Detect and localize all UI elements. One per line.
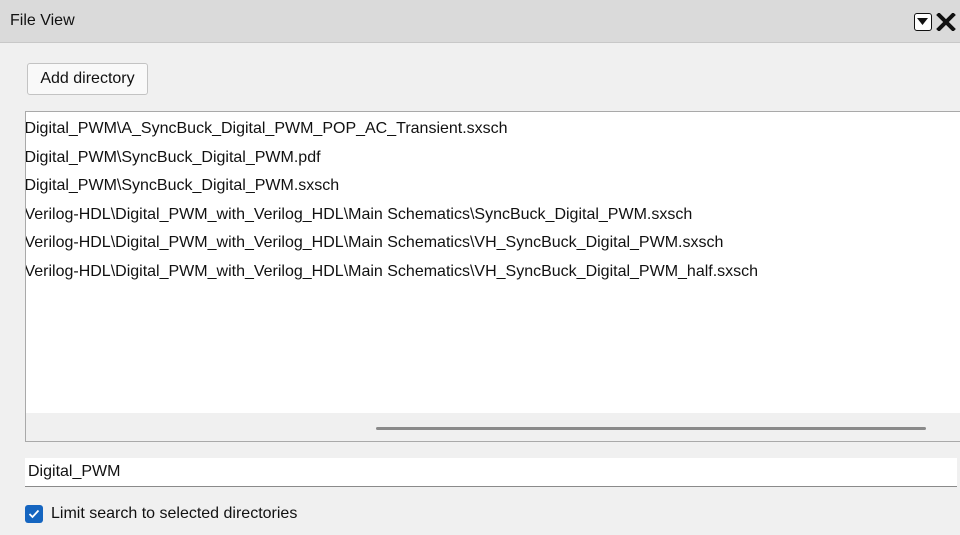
file-list-item[interactable]: \Digital_PWM\SyncBuck_Digital_PWM.pdf [26, 144, 758, 173]
limit-search-checkbox[interactable] [25, 505, 43, 523]
horizontal-scrollbar-thumb[interactable] [376, 427, 926, 430]
search-input[interactable] [25, 458, 957, 487]
file-list-item[interactable]: \Verilog-HDL\Digital_PWM_with_Verilog_HD… [26, 258, 758, 287]
horizontal-scrollbar[interactable] [26, 413, 960, 441]
add-directory-button[interactable]: Add directory [27, 63, 148, 95]
panel-title: File View [10, 12, 75, 29]
limit-search-label: Limit search to selected directories [51, 505, 298, 522]
close-x-icon[interactable] [936, 13, 956, 31]
panel-titlebar: File View [0, 0, 960, 43]
file-list-item[interactable]: \Digital_PWM\A_SyncBuck_Digital_PWM_POP_… [26, 115, 758, 144]
triangle-down-icon[interactable] [914, 13, 932, 31]
file-list-item[interactable]: \Digital_PWM\SyncBuck_Digital_PWM.sxsch [26, 172, 758, 201]
file-list-item[interactable]: \Verilog-HDL\Digital_PWM_with_Verilog_HD… [26, 201, 758, 230]
limit-search-option[interactable]: Limit search to selected directories [25, 503, 297, 525]
checkmark-icon [28, 509, 40, 519]
file-list: \Digital_PWM\A_SyncBuck_Digital_PWM_POP_… [26, 115, 758, 286]
file-list-item[interactable]: \Verilog-HDL\Digital_PWM_with_Verilog_HD… [26, 229, 758, 258]
file-list-view[interactable]: \Digital_PWM\A_SyncBuck_Digital_PWM_POP_… [25, 111, 960, 442]
file-view-panel: File View Add directory \Digital_PWM\A_S… [0, 0, 960, 535]
